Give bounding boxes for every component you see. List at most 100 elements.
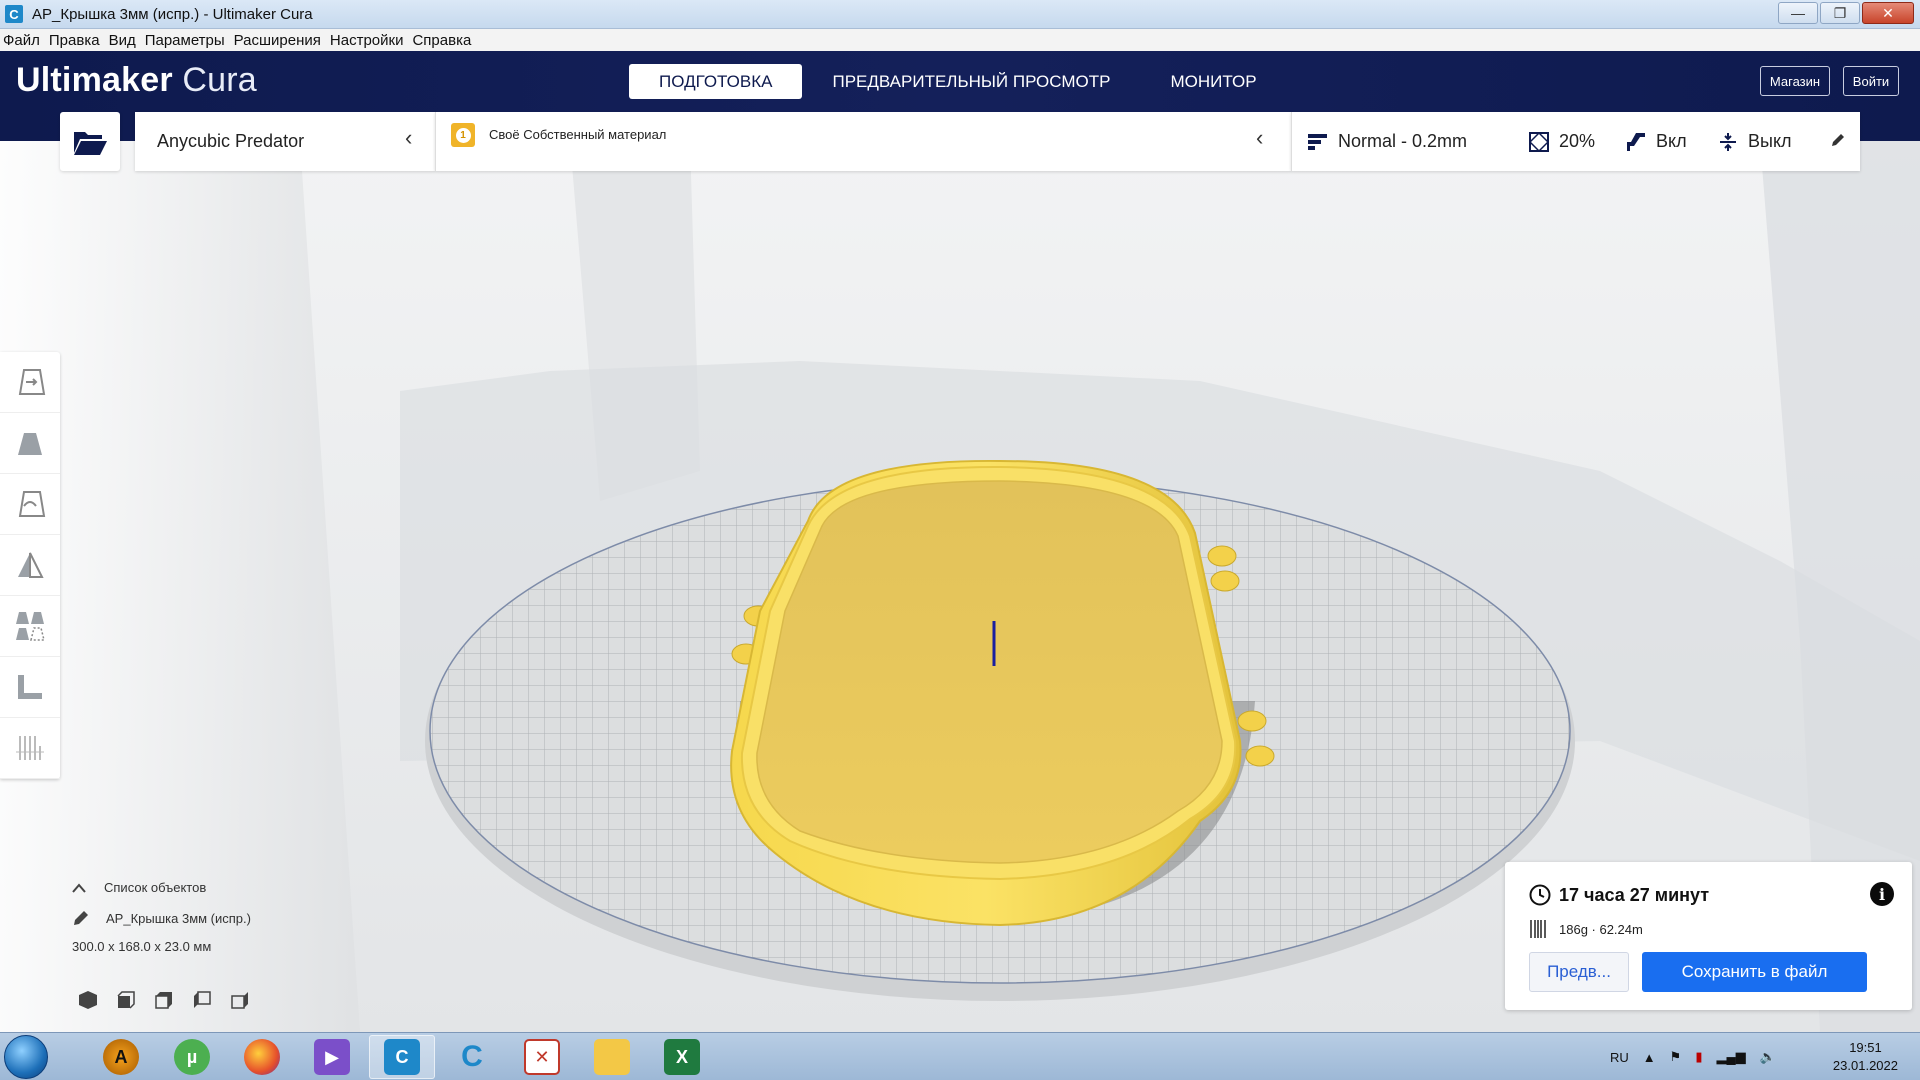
support-blocker-button[interactable] (0, 657, 60, 718)
folder-open-icon (74, 131, 107, 155)
network-signal-icon[interactable]: ▂▄▆ (1716, 1049, 1745, 1065)
model-lid-floor (756, 480, 1223, 864)
save-to-file-button[interactable]: Сохранить в файл (1642, 952, 1867, 992)
view-left-icon[interactable] (192, 990, 212, 1010)
material-usage: 186g · 62.24m (1559, 921, 1643, 937)
preview-button[interactable]: Предв... (1529, 952, 1629, 992)
mirror-tool-button[interactable] (0, 535, 60, 596)
signin-button[interactable]: Войти (1843, 66, 1899, 96)
print-time: 17 часа 27 минут (1559, 884, 1710, 905)
menu-preferences[interactable]: Настройки (330, 32, 404, 49)
move-tool-button[interactable] (0, 352, 60, 413)
taskbar-app-cura[interactable]: C (439, 1035, 505, 1079)
start-button[interactable] (4, 1035, 48, 1079)
taskbar-app-visual-studio[interactable]: ▶ (299, 1035, 365, 1079)
material-usage-row: 186g · 62.24m (1529, 919, 1643, 939)
adhesion-setting: Выкл (1718, 131, 1792, 152)
profile-value: Normal - 0.2mm (1338, 131, 1468, 151)
taskbar-app-explorer[interactable] (579, 1035, 645, 1079)
extruder-number: 1 (455, 127, 471, 143)
logo-bold: Ultimaker (16, 61, 173, 99)
close-button[interactable]: ✕ (1862, 2, 1914, 24)
object-dimensions: 300.0 x 168.0 x 23.0 мм (72, 939, 212, 954)
view-right-icon[interactable] (230, 990, 250, 1010)
language-indicator[interactable]: RU (1610, 1050, 1629, 1065)
system-tray: RU ▲ ⚑ ▮ ▂▄▆ 🔈 (1610, 1033, 1776, 1080)
rotate-icon (18, 491, 46, 517)
support-value: Вкл (1656, 131, 1687, 151)
per-model-settings-icon (16, 612, 45, 641)
window-titlebar: C AP_Крышка 3мм (испр.) - Ultimaker Cura… (0, 0, 1920, 29)
tool-panel (0, 352, 60, 779)
rotate-tool-button[interactable] (0, 474, 60, 535)
menu-settings[interactable]: Параметры (145, 32, 225, 49)
marketplace-button[interactable]: Магазин (1760, 66, 1830, 96)
object-list: Список объектов AP_Крышка 3мм (испр.) 30… (72, 880, 392, 968)
object-list-header[interactable]: Список объектов (72, 880, 392, 895)
print-summary-panel: 17 часа 27 минут 186g · 62.24m i Предв..… (1505, 862, 1912, 1010)
print-time-row: 17 часа 27 минут (1529, 884, 1709, 906)
action-center-flag-icon[interactable]: ⚑ (1670, 1049, 1682, 1065)
clock-time: 19:51 (1849, 1040, 1882, 1055)
cura-icon: C (384, 1039, 420, 1075)
minimize-button[interactable]: — (1778, 2, 1818, 24)
profile-icon (1308, 133, 1327, 150)
info-icon[interactable]: i (1870, 882, 1894, 906)
taskbar-app-aimp[interactable]: A (88, 1035, 154, 1079)
printer-name: Anycubic Predator (157, 131, 305, 151)
taskbar-clock[interactable]: 19:51 23.01.2022 (1833, 1039, 1898, 1075)
taskbar-app-cura-active[interactable]: C (369, 1035, 435, 1079)
view-3d-icon[interactable] (78, 990, 98, 1010)
infill-icon (1529, 131, 1549, 152)
menu-view[interactable]: Вид (109, 32, 136, 49)
pencil-icon (74, 911, 88, 925)
per-model-settings-button[interactable] (0, 596, 60, 657)
clock-date: 23.01.2022 (1832, 1058, 1898, 1073)
infill-setting: 20% (1529, 131, 1595, 152)
pencil-icon[interactable] (1830, 132, 1846, 148)
view-top-icon[interactable] (154, 990, 174, 1010)
tab-monitor[interactable]: МОНИТОР (1140, 64, 1286, 99)
view-front-icon[interactable] (116, 990, 136, 1010)
support-setting: Вкл (1626, 131, 1687, 152)
menu-help[interactable]: Справка (412, 32, 471, 49)
battery-warning-icon[interactable]: ▮ (1695, 1049, 1702, 1065)
layer-tool-button[interactable] (0, 718, 60, 779)
chevron-left-icon: ‹ (405, 125, 413, 150)
scale-icon (18, 433, 42, 455)
open-file-button[interactable] (60, 112, 120, 171)
menu-extensions[interactable]: Расширения (234, 32, 321, 49)
menu-file[interactable]: Файл (3, 32, 40, 49)
move-icon (18, 369, 46, 395)
tray-expand-icon[interactable]: ▲ (1643, 1050, 1656, 1065)
pdf-icon: ✕ (524, 1039, 560, 1075)
tab-preview[interactable]: ПРЕДВАРИТЕЛЬНЫЙ ПРОСМОТР (802, 64, 1140, 99)
taskbar-app-utorrent[interactable]: µ (159, 1035, 225, 1079)
menu-edit[interactable]: Правка (49, 32, 100, 49)
taskbar-app-pdf[interactable]: ✕ (509, 1035, 575, 1079)
adhesion-value: Выкл (1748, 131, 1792, 151)
taskbar-app-firefox[interactable] (229, 1035, 295, 1079)
print-settings-selector[interactable]: Normal - 0.2mm 20% Вкл Выкл (1291, 112, 1860, 171)
taskbar-app-excel[interactable]: X (649, 1035, 715, 1079)
layer-icon (16, 736, 44, 760)
windows-taskbar: A µ ▶ C C ✕ X RU ▲ ⚑ ▮ ▂▄▆ 🔈 19:51 23.01… (0, 1032, 1920, 1080)
object-list-title: Список объектов (104, 880, 207, 895)
material-label: Своё Собственный материал (489, 127, 667, 142)
clock-icon (1529, 884, 1551, 906)
stage-tabs: ПОДГОТОВКА ПРЕДВАРИТЕЛЬНЫЙ ПРОСМОТР МОНИ… (629, 64, 1287, 99)
object-list-item[interactable]: AP_Крышка 3мм (испр.) (72, 909, 392, 927)
adhesion-icon (1720, 132, 1736, 151)
camera-view-controls (78, 990, 250, 1010)
menu-bar: Файл Правка Вид Параметры Расширения Нас… (0, 29, 1920, 51)
window-title: AP_Крышка 3мм (испр.) - Ultimaker Cura (32, 5, 313, 23)
cura-alt-icon: C (461, 1040, 483, 1073)
maximize-button[interactable]: ❐ (1820, 2, 1860, 24)
extruder-badge-icon: 1 (451, 123, 475, 147)
material-selector[interactable]: 1 Своё Собственный материал ‹ (435, 112, 1291, 171)
scale-tool-button[interactable] (0, 413, 60, 474)
tab-prepare[interactable]: ПОДГОТОВКА (629, 64, 803, 99)
printer-selector[interactable]: Anycubic Predator ‹ (135, 112, 435, 171)
object-dimensions-row: 300.0 x 168.0 x 23.0 мм (72, 939, 392, 954)
volume-icon[interactable]: 🔈 (1760, 1049, 1776, 1065)
